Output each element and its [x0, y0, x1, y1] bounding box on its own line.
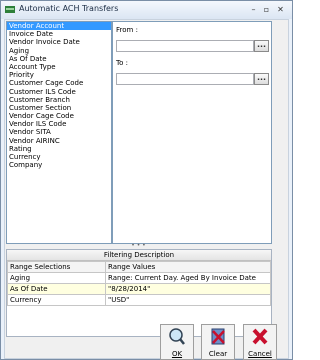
clear-icon [211, 328, 225, 345]
list-item[interactable]: Priority [7, 71, 111, 79]
col-header-range-selections: Range Selections [7, 261, 106, 273]
to-label: To : [116, 59, 128, 67]
list-item[interactable]: Currency [7, 153, 111, 161]
minimize-icon[interactable]: – [247, 4, 260, 15]
range-selection-cell: Currency [7, 294, 106, 306]
list-item[interactable]: Aging [7, 47, 111, 55]
list-item[interactable]: Customer Section [7, 104, 111, 112]
table-row[interactable]: Currency "USD" [7, 294, 271, 306]
clear-button[interactable]: Clear [201, 324, 235, 360]
cancel-x-icon [252, 328, 268, 345]
list-item[interactable]: Vendor AIRINC [7, 137, 111, 145]
list-item[interactable]: Vendor ILS Code [7, 120, 111, 128]
close-icon[interactable]: ✕ [274, 4, 287, 15]
restore-icon[interactable]: ▫ [260, 4, 273, 15]
from-browse-button[interactable]: ... [254, 40, 269, 52]
list-item[interactable]: Account Type [7, 63, 111, 71]
range-selection-cell: As Of Date [7, 283, 106, 295]
to-input[interactable] [116, 73, 254, 85]
range-value-cell: "USD" [105, 294, 271, 306]
title-bar: Automatic ACH Transfers – ▫ ✕ [1, 1, 292, 19]
window-title: Automatic ACH Transfers [19, 4, 119, 13]
list-item[interactable]: Vendor Cage Code [7, 112, 111, 120]
cancel-label: Cancel [248, 350, 272, 358]
list-item[interactable]: Vendor Invoice Date [7, 38, 111, 46]
list-item[interactable]: Customer Branch [7, 96, 111, 104]
clear-label: Clear [208, 350, 228, 358]
list-item[interactable]: Vendor Account [7, 22, 111, 31]
magnifier-icon [169, 328, 185, 345]
app-icon [5, 6, 15, 13]
to-browse-button[interactable]: ... [254, 73, 269, 85]
range-value-cell: Range: Current Day. Aged By Invoice Date [105, 272, 271, 284]
list-item[interactable]: As Of Date [7, 55, 111, 63]
filter-table: Range Selections Range Values Aging Rang… [7, 261, 271, 306]
col-header-range-values: Range Values [105, 261, 271, 273]
cancel-button[interactable]: Cancel [243, 324, 277, 360]
table-row[interactable]: As Of Date "8/28/2014" [7, 283, 271, 295]
from-input[interactable] [116, 40, 254, 52]
range-selection-cell: Aging [7, 272, 106, 284]
button-bar: OK Clear Cancel [5, 324, 288, 360]
list-item[interactable]: Customer Cage Code [7, 79, 111, 87]
list-item[interactable]: Customer ILS Code [7, 88, 111, 96]
list-item[interactable]: Invoice Date [7, 30, 111, 38]
list-item[interactable]: Company [7, 161, 111, 169]
main-window: Automatic ACH Transfers – ▫ ✕ Vendor Acc… [0, 0, 293, 360]
list-item[interactable]: Vendor SITA [7, 128, 111, 136]
field-listbox[interactable]: Vendor Account Invoice Date Vendor Invoice… [6, 21, 112, 244]
list-item[interactable]: Rating [7, 145, 111, 153]
table-row[interactable]: Aging Range: Current Day. Aged By Invoic… [7, 272, 271, 284]
range-panel: From : ... To : ... [112, 21, 272, 244]
ok-label: OK [171, 350, 183, 358]
client-area: Vendor Account Invoice Date Vendor Invoice… [4, 19, 289, 360]
from-label: From : [116, 26, 138, 34]
ok-button[interactable]: OK [160, 324, 194, 360]
filter-header: Filtering Description [7, 250, 271, 261]
range-value-cell: "8/28/2014" [105, 283, 271, 295]
